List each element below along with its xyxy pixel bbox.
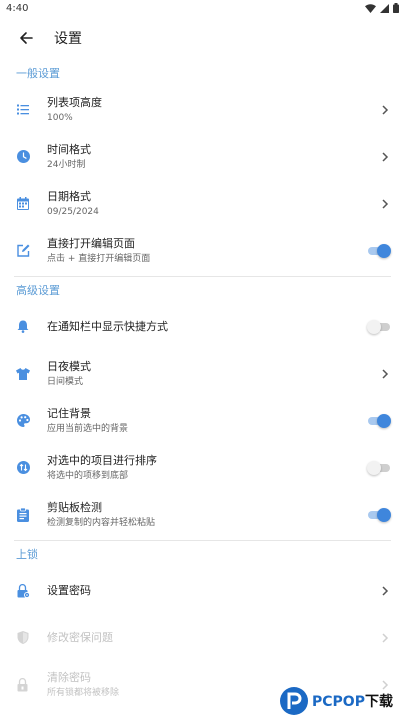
set-password-row[interactable]: 设置密码 (0, 567, 405, 614)
time-format-title: 时间格式 (47, 142, 91, 156)
time-format-row[interactable]: 时间格式 24小时制 (0, 133, 405, 180)
date-format-row[interactable]: 日期格式 09/25/2024 (0, 180, 405, 227)
day-night-value: 日间模式 (47, 376, 84, 387)
chevron-right-icon (379, 585, 391, 597)
edit-icon (16, 244, 30, 258)
section-header-general: 一般设置 (16, 67, 60, 80)
section-header-lock: 上锁 (16, 548, 38, 561)
open-edit-row[interactable]: 直接打开编辑页面 点击 + 直接打开编辑页面 (0, 227, 405, 274)
clipboard-toggle[interactable] (367, 507, 391, 522)
date-format-value: 09/25/2024 (47, 206, 99, 217)
sort-selected-desc: 将选中的项移到底部 (47, 470, 129, 481)
list-height-title: 列表项高度 (47, 95, 102, 109)
time-format-value: 24小时制 (47, 159, 86, 170)
notify-shortcut-title: 在通知栏中显示快捷方式 (47, 320, 168, 333)
remember-bg-row[interactable]: 记住背景 应用当前选中的背景 (0, 397, 405, 444)
status-icons (365, 3, 399, 13)
list-height-row[interactable]: 列表项高度 100% (0, 86, 405, 133)
sort-selected-row[interactable]: 对选中的项目进行排序 将选中的项移到底部 (0, 444, 405, 491)
open-edit-toggle[interactable] (367, 243, 391, 258)
open-edit-title: 直接打开编辑页面 (47, 236, 135, 250)
app-bar: 设置 (0, 16, 405, 60)
day-night-row[interactable]: 日夜模式 日间模式 (0, 350, 405, 397)
list-numbered-icon (16, 103, 30, 117)
calendar-icon (16, 197, 30, 211)
watermark-text: PCPOP下载 (312, 691, 393, 711)
remember-bg-desc: 应用当前选中的背景 (47, 423, 129, 434)
chevron-right-icon (379, 198, 391, 210)
chevron-right-icon (379, 632, 391, 644)
clipboard-row[interactable]: 剪贴板检测 检测复制的内容并轻松粘贴 (0, 491, 405, 538)
signal-icon (380, 3, 389, 13)
status-bar: 4:40 (0, 0, 405, 16)
sort-selected-toggle[interactable] (367, 460, 391, 475)
status-time: 4:40 (6, 2, 29, 14)
date-format-title: 日期格式 (47, 189, 91, 203)
list-height-value: 100% (47, 112, 73, 123)
watermark: PCPOP下载 (280, 682, 405, 720)
shield-icon (16, 631, 30, 645)
arrow-back-icon (20, 32, 33, 44)
section-header-advanced: 高级设置 (16, 284, 60, 297)
chevron-right-icon (379, 151, 391, 163)
chevron-right-icon (379, 104, 391, 116)
clock-icon (16, 150, 30, 164)
pcpop-logo-icon (280, 687, 308, 715)
sort-icon (16, 461, 30, 475)
bell-icon (16, 320, 30, 334)
notify-shortcut-toggle[interactable] (367, 319, 391, 334)
notify-shortcut-row[interactable]: 在通知栏中显示快捷方式 (0, 303, 405, 350)
unlock-icon (16, 677, 30, 692)
change-security-title: 修改密保问题 (47, 631, 113, 644)
open-edit-desc: 点击 + 直接打开编辑页面 (47, 253, 151, 264)
back-button[interactable] (14, 26, 38, 50)
set-password-title: 设置密码 (47, 584, 91, 597)
clipboard-title: 剪贴板检测 (47, 500, 102, 514)
chevron-right-icon (379, 368, 391, 380)
battery-icon (393, 3, 399, 13)
page-title: 设置 (54, 31, 82, 47)
lock-gear-icon (16, 583, 30, 598)
change-security-row[interactable]: 修改密保问题 (0, 614, 405, 661)
palette-icon (16, 414, 30, 428)
sort-selected-title: 对选中的项目进行排序 (47, 453, 157, 467)
clipboard-icon (16, 507, 30, 522)
day-night-title: 日夜模式 (47, 359, 91, 373)
watermark-suffix: 下载 (364, 694, 393, 710)
shirt-icon (16, 367, 30, 381)
watermark-brand: PCPOP (312, 694, 365, 710)
remember-bg-title: 记住背景 (47, 406, 91, 420)
remember-bg-toggle[interactable] (367, 413, 391, 428)
wifi-icon (365, 3, 376, 13)
clipboard-desc: 检测复制的内容并轻松粘贴 (47, 517, 156, 528)
